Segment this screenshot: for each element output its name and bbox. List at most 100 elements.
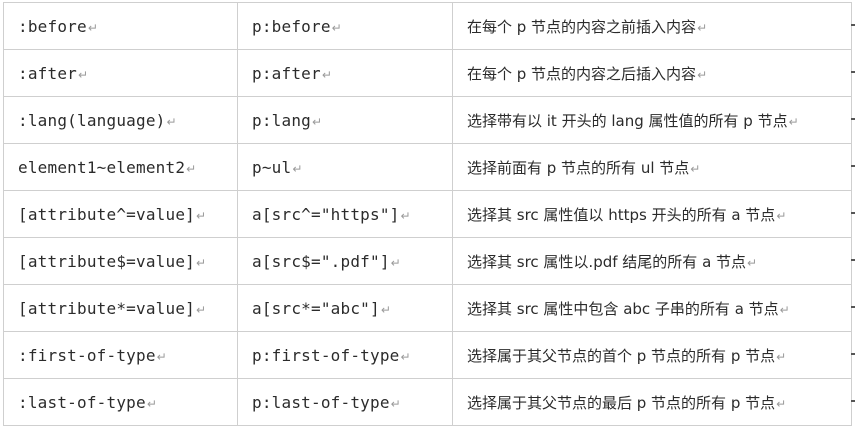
table-row: :before↵ p:before↵ 在每个 p 节点的内容之前插入内容↵ [3, 2, 852, 50]
paragraph-mark-icon: ↵ [292, 161, 303, 176]
example-text: a[src*="abc"] [252, 298, 380, 318]
selector-cell: [attribute$=value]↵ [3, 237, 238, 285]
table-row: :last-of-type↵ p:last-of-type↵ 选择属于其父节点的… [3, 378, 852, 426]
selector-cell: [attribute^=value]↵ [3, 190, 238, 238]
paragraph-mark-icon: ↵ [776, 396, 787, 411]
table-row: [attribute$=value]↵ a[src$=".pdf"]↵ 选择其 … [3, 237, 852, 285]
description-text: 在每个 p 节点的内容之前插入内容 [467, 17, 697, 36]
table-row: [attribute^=value]↵ a[src^="https"]↵ 选择其… [3, 190, 852, 238]
selector-text: :before [18, 16, 87, 36]
table-row: :first-of-type↵ p:first-of-type↵ 选择属于其父节… [3, 331, 852, 379]
description-cell: 在每个 p 节点的内容之后插入内容↵ [452, 49, 852, 97]
example-cell: a[src^="https"]↵ [237, 190, 453, 238]
description-text: 在每个 p 节点的内容之后插入内容 [467, 64, 697, 83]
example-text: p:before [252, 16, 331, 36]
description-cell: 选择前面有 p 节点的所有 ul 节点↵ [452, 143, 852, 191]
selector-text: [attribute$=value] [18, 251, 195, 271]
description-cell: 在每个 p 节点的内容之前插入内容↵ [452, 2, 852, 50]
selector-text: [attribute^=value] [18, 204, 195, 224]
paragraph-mark-icon: ↵ [400, 208, 411, 223]
selector-text: :lang(language) [18, 110, 166, 130]
table-row: element1~element2↵ p~ul↵ 选择前面有 p 节点的所有 u… [3, 143, 852, 191]
paragraph-mark-icon: ↵ [78, 67, 89, 82]
row-end-marker [851, 212, 855, 214]
row-end-marker [851, 24, 855, 26]
paragraph-mark-icon: ↵ [779, 302, 790, 317]
example-text: a[src^="https"] [252, 204, 400, 224]
table-row: [attribute*=value]↵ a[src*="abc"]↵ 选择其 s… [3, 284, 852, 332]
example-cell: a[src$=".pdf"]↵ [237, 237, 453, 285]
row-end-marker [851, 400, 855, 402]
paragraph-mark-icon: ↵ [196, 208, 207, 223]
description-text: 选择其 src 属性以.pdf 结尾的所有 a 节点 [467, 252, 747, 271]
row-end-marker [851, 306, 855, 308]
table-body: :before↵ p:before↵ 在每个 p 节点的内容之前插入内容↵ :a… [3, 2, 852, 426]
selector-text: :after [18, 63, 77, 83]
paragraph-mark-icon: ↵ [690, 161, 701, 176]
selector-cell: :first-of-type↵ [3, 331, 238, 379]
example-cell: p:last-of-type↵ [237, 378, 453, 426]
selector-cell: :after↵ [3, 49, 238, 97]
row-end-marker [851, 71, 855, 73]
example-cell: p~ul↵ [237, 143, 453, 191]
row-end-marker [851, 118, 855, 120]
paragraph-mark-icon: ↵ [146, 396, 158, 411]
paragraph-mark-icon: ↵ [747, 255, 758, 270]
row-end-marker [851, 165, 855, 167]
selector-cell: :last-of-type↵ [3, 378, 238, 426]
selector-text: [attribute*=value] [18, 298, 195, 318]
description-cell: 选择其 src 属性以.pdf 结尾的所有 a 节点↵ [452, 237, 852, 285]
paragraph-mark-icon: ↵ [776, 349, 787, 364]
description-text: 选择其 src 属性值以 https 开头的所有 a 节点 [467, 205, 776, 224]
paragraph-mark-icon: ↵ [390, 396, 401, 411]
example-cell: p:after↵ [237, 49, 453, 97]
description-text: 选择属于其父节点的首个 p 节点的所有 p 节点 [467, 346, 776, 365]
selector-text: :first-of-type [18, 345, 156, 365]
description-cell: 选择属于其父节点的最后 p 节点的所有 p 节点↵ [452, 378, 852, 426]
description-cell: 选择其 src 属性值以 https 开头的所有 a 节点↵ [452, 190, 852, 238]
css-selector-table: :before↵ p:before↵ 在每个 p 节点的内容之前插入内容↵ :a… [3, 2, 852, 426]
description-cell: 选择其 src 属性中包含 abc 子串的所有 a 节点↵ [452, 284, 852, 332]
example-cell: p:lang↵ [237, 96, 453, 144]
example-text: p:last-of-type [252, 392, 390, 412]
paragraph-mark-icon: ↵ [788, 114, 799, 129]
paragraph-mark-icon: ↵ [186, 161, 197, 176]
example-cell: p:first-of-type↵ [237, 331, 453, 379]
example-text: p:first-of-type [252, 345, 400, 365]
description-cell: 选择属于其父节点的首个 p 节点的所有 p 节点↵ [452, 331, 852, 379]
paragraph-mark-icon: ↵ [697, 20, 708, 35]
description-text: 选择属于其父节点的最后 p 节点的所有 p 节点 [467, 393, 776, 412]
example-text: p:lang [252, 110, 311, 130]
selector-text: element1~element2 [18, 157, 186, 177]
paragraph-mark-icon: ↵ [166, 114, 177, 129]
example-text: p~ul [252, 157, 292, 177]
example-cell: a[src*="abc"]↵ [237, 284, 453, 332]
description-text: 选择带有以 it 开头的 lang 属性值的所有 p 节点 [467, 111, 788, 130]
table-row: :lang(language)↵ p:lang↵ 选择带有以 it 开头的 la… [3, 96, 852, 144]
table-row: :after↵ p:after↵ 在每个 p 节点的内容之后插入内容↵ [3, 49, 852, 97]
paragraph-mark-icon: ↵ [196, 302, 207, 317]
paragraph-mark-icon: ↵ [321, 67, 333, 82]
selector-cell: :before↵ [3, 2, 238, 50]
paragraph-mark-icon: ↵ [156, 349, 167, 364]
example-text: a[src$=".pdf"] [252, 251, 390, 271]
paragraph-mark-icon: ↵ [697, 67, 708, 82]
paragraph-mark-icon: ↵ [312, 114, 323, 129]
example-text: p:after [252, 63, 321, 83]
selector-cell: :lang(language)↵ [3, 96, 238, 144]
row-end-marker [851, 353, 855, 355]
example-cell: p:before↵ [237, 2, 453, 50]
paragraph-mark-icon: ↵ [390, 255, 401, 270]
paragraph-mark-icon: ↵ [400, 349, 411, 364]
description-cell: 选择带有以 it 开头的 lang 属性值的所有 p 节点↵ [452, 96, 852, 144]
paragraph-mark-icon: ↵ [196, 255, 207, 270]
description-text: 选择其 src 属性中包含 abc 子串的所有 a 节点 [467, 299, 779, 318]
row-end-markers [851, 2, 855, 432]
selector-cell: [attribute*=value]↵ [3, 284, 238, 332]
paragraph-mark-icon: ↵ [87, 20, 99, 35]
description-text: 选择前面有 p 节点的所有 ul 节点 [467, 158, 690, 177]
paragraph-mark-icon: ↵ [776, 208, 787, 223]
paragraph-mark-icon: ↵ [380, 302, 392, 317]
selector-cell: element1~element2↵ [3, 143, 238, 191]
paragraph-mark-icon: ↵ [331, 20, 342, 35]
